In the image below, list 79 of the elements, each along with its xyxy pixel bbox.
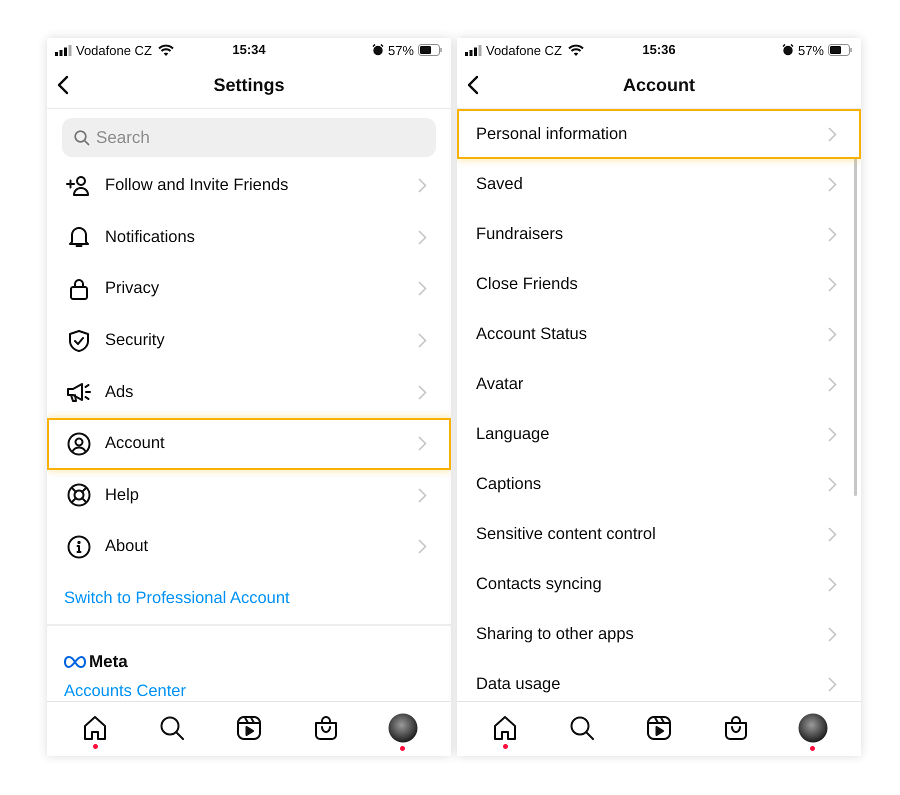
clock-time: 15:36	[642, 42, 676, 57]
chevron-icon	[828, 626, 837, 642]
avatar[interactable]	[388, 713, 418, 743]
battery-percentage: 57%	[388, 42, 414, 58]
chevron-icon	[418, 539, 427, 554]
home-icon[interactable]	[82, 715, 108, 741]
chevron-icon	[828, 526, 837, 542]
chevron-icon	[418, 178, 427, 194]
settings-item[interactable]: Notifications	[47, 212, 451, 264]
chevron-icon	[828, 176, 837, 192]
settings-item[interactable]: Follow and Invite Friends	[47, 160, 451, 212]
person-circle-icon	[66, 432, 92, 456]
search-icon	[74, 130, 90, 146]
wifi-icon	[158, 44, 174, 56]
back-icon[interactable]	[56, 75, 70, 95]
shopping-bag-icon[interactable]	[722, 715, 749, 741]
back-icon[interactable]	[466, 75, 480, 95]
megaphone-icon	[66, 380, 92, 404]
settings-item[interactable]: Avatar	[457, 359, 861, 409]
chevron-icon	[828, 426, 837, 442]
settings-item[interactable]: Personal information	[457, 109, 861, 159]
battery-percentage: 57%	[798, 42, 824, 58]
settings-item[interactable]: Captions	[457, 459, 861, 509]
signal-icon	[465, 44, 482, 56]
settings-item[interactable]: Sensitive content control	[457, 509, 861, 559]
wifi-icon	[568, 44, 584, 56]
settings-item[interactable]: Ads	[47, 366, 451, 418]
settings-item[interactable]: Fundraisers	[457, 209, 861, 259]
chevron-icon	[828, 676, 837, 692]
shield-icon	[66, 328, 92, 353]
settings-item[interactable]: Data usage	[457, 659, 861, 701]
shopping-bag-icon[interactable]	[312, 715, 339, 741]
settings-item[interactable]: Sharing to other apps	[457, 609, 861, 659]
settings-item[interactable]: Privacy	[47, 263, 451, 315]
screen-title: Account	[623, 74, 695, 96]
avatar[interactable]	[798, 713, 828, 743]
chevron-icon	[828, 126, 837, 142]
battery-icon	[418, 44, 443, 56]
settings-item[interactable]: Security	[47, 314, 451, 366]
video-play-icon[interactable]	[236, 715, 262, 741]
alarm-clock-icon	[372, 44, 384, 56]
chevron-icon	[418, 281, 427, 296]
chevron-icon	[828, 576, 837, 592]
bell-icon	[66, 225, 92, 250]
home-icon[interactable]	[492, 715, 518, 741]
chevron-icon	[828, 226, 837, 242]
video-play-icon[interactable]	[646, 715, 672, 741]
chevron-icon	[828, 276, 837, 292]
search-icon[interactable]	[159, 715, 186, 741]
settings-item[interactable]: Help	[47, 470, 451, 522]
settings-item[interactable]: Account Status	[457, 309, 861, 359]
clock-time: 15:34	[232, 42, 266, 57]
carrier-name: Vodafone CZ	[486, 42, 562, 58]
settings-item[interactable]: Close Friends	[457, 259, 861, 309]
settings-item[interactable]: Saved	[457, 159, 861, 209]
chevron-icon	[418, 436, 427, 452]
carrier-name: Vodafone CZ	[76, 42, 152, 58]
search-field[interactable]: Search	[62, 118, 436, 157]
chevron-icon	[418, 333, 427, 348]
lifebuoy-icon	[66, 483, 92, 508]
infinity-icon	[64, 656, 86, 668]
settings-item[interactable]: Account	[47, 418, 451, 470]
chevron-icon	[828, 376, 837, 392]
chevron-icon	[828, 476, 837, 492]
screen-title: Settings	[213, 74, 284, 96]
alarm-clock-icon	[782, 44, 794, 56]
chevron-icon	[418, 384, 427, 400]
brand-name: Meta	[89, 652, 128, 672]
chevron-icon	[418, 230, 427, 245]
settings-item[interactable]: About	[47, 521, 451, 573]
signal-icon	[55, 44, 72, 56]
chevron-icon	[828, 326, 837, 342]
battery-icon	[828, 44, 853, 56]
settings-item[interactable]: Contacts syncing	[457, 559, 861, 609]
settings-item[interactable]: Language	[457, 409, 861, 459]
info-icon	[66, 534, 92, 559]
search-icon[interactable]	[569, 715, 596, 741]
add-person-icon	[66, 174, 92, 198]
chevron-icon	[418, 488, 427, 503]
